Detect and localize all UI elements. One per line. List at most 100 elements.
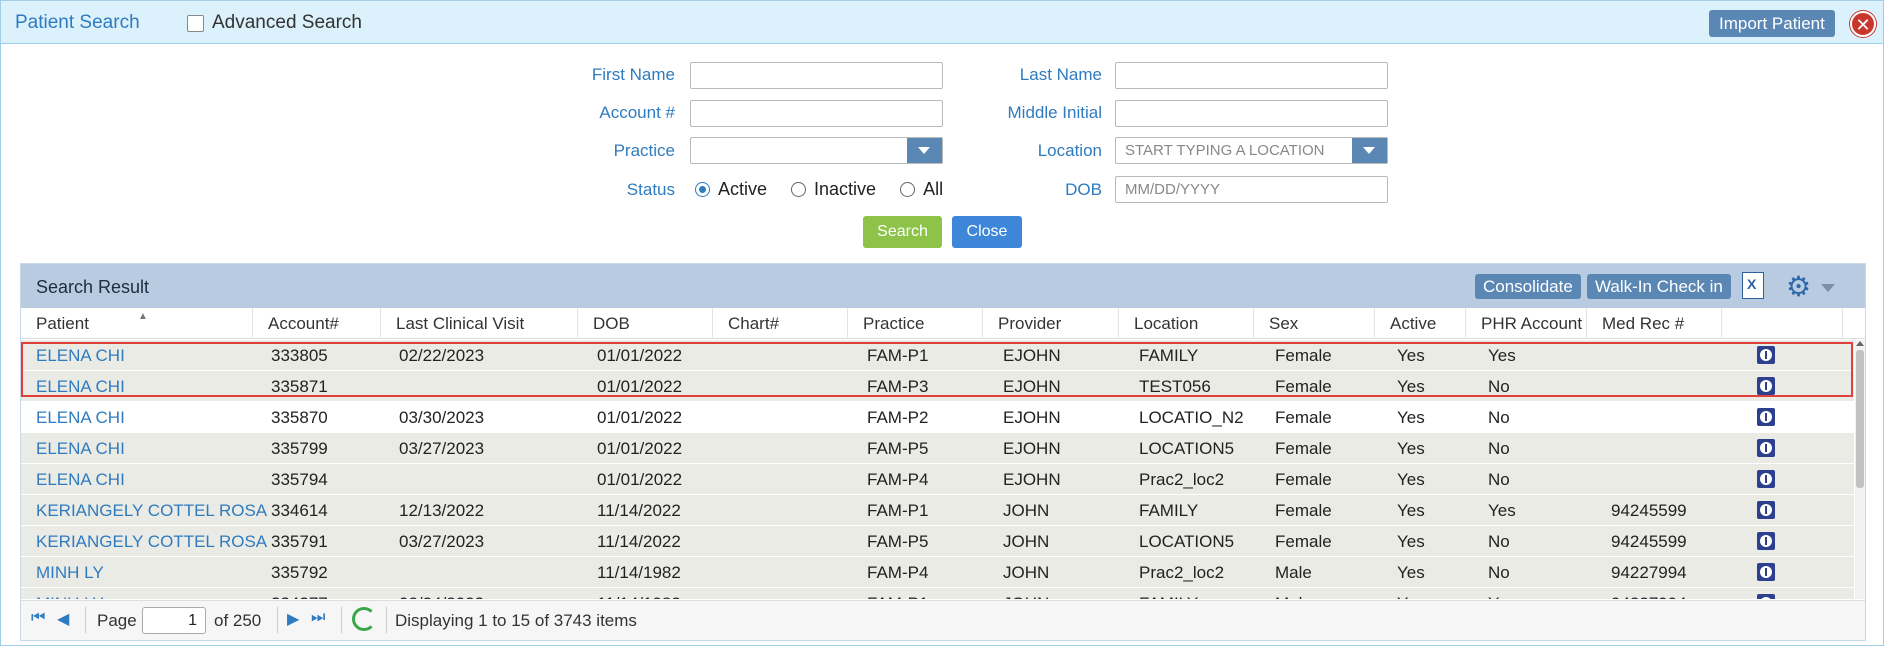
cell-active: Yes: [1397, 377, 1425, 396]
cell-patient[interactable]: MINH LY: [36, 588, 104, 599]
chevron-down-icon[interactable]: [907, 138, 942, 163]
status-inactive-radio[interactable]: [791, 182, 807, 197]
status-active-label: Active: [718, 179, 768, 199]
last-name-input[interactable]: [1115, 62, 1388, 89]
cell-patient[interactable]: ELENA CHI: [36, 371, 125, 402]
search-button[interactable]: Search: [863, 216, 942, 248]
display-count-text: Displaying 1 to 15 of 3743 items: [395, 611, 637, 630]
next-page-icon[interactable]: ▶: [287, 609, 299, 629]
cell-phr: No: [1488, 563, 1510, 582]
account-input[interactable]: [690, 100, 943, 127]
cell-location: LOCATION5: [1139, 532, 1235, 551]
cell-patient[interactable]: MINH LY: [36, 557, 104, 588]
col-provider[interactable]: Provider: [983, 308, 1119, 339]
patient-record-icon[interactable]: [1757, 470, 1775, 488]
excel-export-icon[interactable]: [1742, 272, 1764, 299]
cell-provider: JOHN: [1003, 588, 1049, 599]
middle-initial-input[interactable]: [1115, 100, 1388, 127]
cell-phr: Yes: [1488, 346, 1516, 365]
status-active-radio[interactable]: [695, 182, 710, 197]
cell-location: FAMILY: [1139, 588, 1198, 599]
table-row[interactable]: ELENA CHI 335799 03/27/2023 01/01/2022 FAM-P…: [21, 433, 1854, 464]
col-actions: [1722, 308, 1843, 339]
scroll-up-icon[interactable]: [1856, 341, 1864, 346]
col-account[interactable]: Account#: [253, 308, 381, 339]
cell-provider: JOHN: [1003, 563, 1050, 582]
status-all-radio[interactable]: [900, 182, 916, 197]
page-number-input[interactable]: 1: [142, 607, 206, 634]
cell-provider: EJOHN: [1003, 470, 1061, 489]
table-row[interactable]: ELENA CHI 335794 01/01/2022 FAM-P4 EJOHN Prac…: [21, 464, 1854, 495]
cell-patient[interactable]: ELENA CHI: [36, 340, 125, 371]
cell-patient[interactable]: ELENA CHI: [36, 464, 125, 495]
cell-sex: Female: [1275, 532, 1332, 551]
gear-icon[interactable]: ⚙: [1786, 273, 1814, 302]
cell-dob: 01/01/2022: [597, 470, 683, 489]
cell-practice: FAM-P5: [867, 532, 929, 551]
vertical-scrollbar[interactable]: [1855, 340, 1865, 599]
import-patient-button[interactable]: Import Patient: [1709, 10, 1835, 37]
last-page-icon[interactable]: ⏭: [311, 609, 325, 627]
refresh-icon[interactable]: [352, 607, 376, 631]
col-active[interactable]: Active: [1375, 308, 1466, 339]
cell-practice: FAM-P5: [867, 439, 929, 458]
table-row[interactable]: ELENA CHI 333805 02/22/2023 01/01/2022 FAM-P…: [21, 340, 1854, 371]
table-row[interactable]: ELENA CHI 335871 01/01/2022 FAM-P3 EJOHN TEST…: [21, 371, 1854, 402]
cell-account: 335794: [271, 470, 328, 489]
patient-record-icon[interactable]: [1757, 377, 1775, 395]
first-page-icon[interactable]: ⏮: [31, 609, 45, 627]
walk-in-check-in-button[interactable]: Walk-In Check in: [1587, 274, 1731, 299]
advanced-search-checkbox[interactable]: [187, 14, 204, 32]
cell-active: Yes: [1397, 532, 1425, 551]
first-name-input[interactable]: [690, 62, 943, 89]
col-patient[interactable]: Patient: [21, 308, 253, 339]
cell-last-visit: 03/27/2023: [399, 532, 485, 551]
patient-record-icon[interactable]: [1757, 346, 1775, 364]
col-chart[interactable]: Chart#: [713, 308, 848, 339]
table-row[interactable]: MINH LY 335792 11/14/1982 FAM-P4 JOHN Prac2_l…: [21, 557, 1854, 588]
patient-record-icon[interactable]: [1757, 532, 1775, 550]
patient-record-icon[interactable]: [1757, 501, 1775, 519]
table-row[interactable]: KERIANGELY COTTEL ROSA 334614 12/13/2022 11…: [21, 495, 1854, 526]
cell-patient[interactable]: KERIANGELY COTTEL ROSA: [36, 495, 267, 526]
cell-practice: FAM-P1: [867, 501, 929, 520]
table-row[interactable]: ELENA CHI 335870 03/30/2023 01/01/2022 FAM-P…: [21, 402, 1854, 433]
practice-select[interactable]: [690, 137, 943, 164]
col-phr-account[interactable]: PHR Account: [1466, 308, 1587, 339]
prev-page-icon[interactable]: ◀: [57, 609, 69, 629]
close-button[interactable]: Close: [952, 216, 1022, 248]
cell-sex: Female: [1275, 346, 1332, 365]
table-row[interactable]: MINH LY 334377 02/24/2023 11/14/1982 FAM-P1 J…: [21, 588, 1854, 599]
chevron-down-icon[interactable]: [1821, 284, 1835, 292]
dob-input[interactable]: MM/DD/YYYY: [1115, 176, 1388, 203]
cell-provider: EJOHN: [1003, 408, 1061, 427]
col-sex[interactable]: Sex: [1254, 308, 1375, 339]
patient-record-icon[interactable]: [1757, 563, 1775, 581]
col-practice[interactable]: Practice: [848, 308, 983, 339]
table-row[interactable]: KERIANGELY COTTEL ROSA 335791 03/27/2023 11…: [21, 526, 1854, 557]
col-location[interactable]: Location: [1119, 308, 1254, 339]
chevron-down-icon[interactable]: [1352, 138, 1387, 163]
cell-patient[interactable]: ELENA CHI: [36, 433, 125, 464]
cell-phr: No: [1488, 439, 1510, 458]
col-dob[interactable]: DOB: [578, 308, 713, 339]
cell-patient[interactable]: ELENA CHI: [36, 402, 125, 433]
status-all-label: All: [923, 179, 944, 199]
results-table-body: ELENA CHI 333805 02/22/2023 01/01/2022 FAM-P…: [21, 340, 1854, 599]
cell-location: FAMILY: [1139, 501, 1199, 520]
advanced-search-toggle[interactable]: Advanced Search: [187, 12, 362, 34]
patient-record-icon[interactable]: [1757, 439, 1775, 457]
account-label: Account #: [599, 103, 675, 122]
close-icon[interactable]: ✕: [1850, 11, 1876, 37]
col-med-rec[interactable]: Med Rec #: [1587, 308, 1722, 339]
cell-patient[interactable]: KERIANGELY COTTEL ROSA: [36, 526, 267, 557]
col-last-visit[interactable]: Last Clinical Visit: [381, 308, 578, 339]
consolidate-button[interactable]: Consolidate: [1475, 274, 1581, 299]
cell-last-visit: 03/30/2023: [399, 408, 485, 427]
cell-phr: No: [1488, 470, 1510, 489]
patient-record-icon[interactable]: [1757, 408, 1775, 426]
patient-record-icon[interactable]: [1757, 594, 1775, 599]
cell-dob: 11/14/2022: [597, 501, 681, 520]
scrollbar-thumb[interactable]: [1856, 350, 1864, 488]
location-input[interactable]: START TYPING A LOCATION: [1115, 137, 1388, 164]
